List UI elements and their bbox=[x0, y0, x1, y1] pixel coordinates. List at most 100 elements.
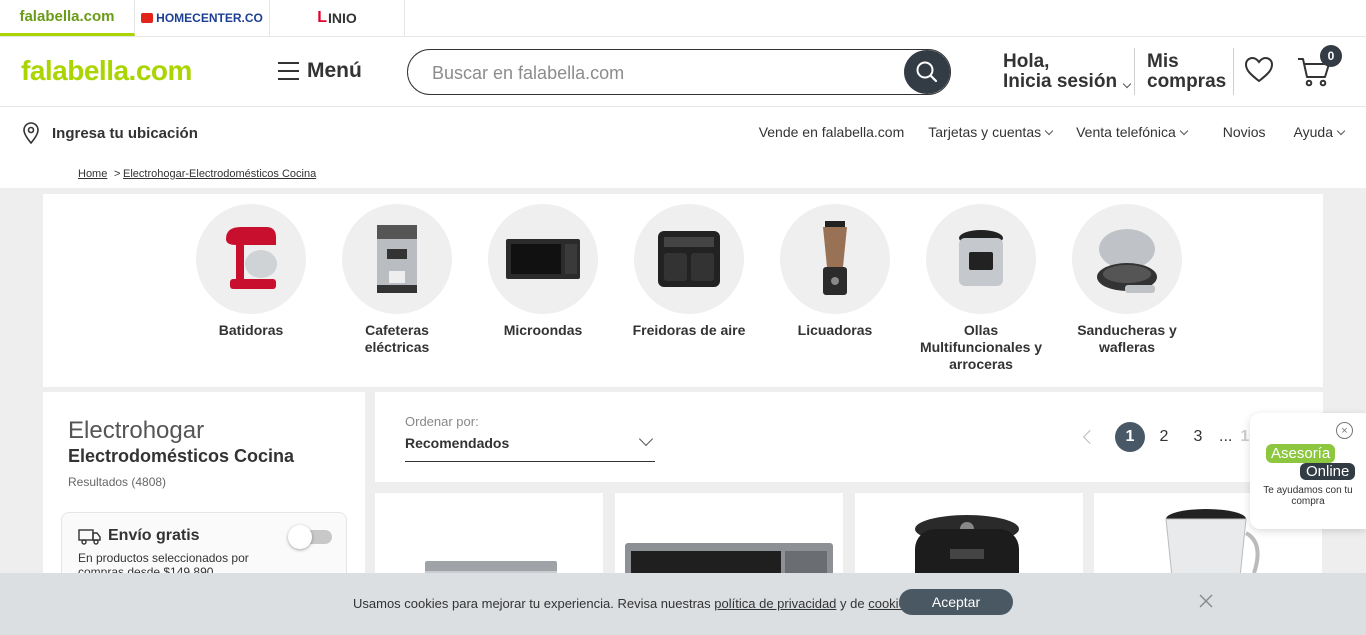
category-carousel: Batidoras Cafeteras eléctricas Microonda… bbox=[43, 194, 1323, 387]
homecenter-logo-icon bbox=[141, 13, 154, 23]
sort-dropdown[interactable]: Ordenar por: Recomendados bbox=[405, 414, 655, 462]
breadcrumb-separator: > bbox=[114, 168, 121, 180]
category-image bbox=[1072, 204, 1182, 314]
search-button[interactable] bbox=[904, 50, 950, 94]
breadcrumb-home[interactable]: Home bbox=[78, 168, 107, 180]
location-label: Ingresa tu ubicación bbox=[52, 124, 198, 142]
category-label: Sanducheras y wafleras bbox=[1077, 322, 1177, 355]
category-image bbox=[634, 204, 744, 314]
air-fryer-icon bbox=[658, 231, 720, 287]
page-1[interactable]: 1 bbox=[1115, 422, 1145, 452]
category-microondas[interactable]: Microondas bbox=[478, 204, 608, 339]
chevron-down-icon bbox=[1123, 79, 1132, 89]
chat-badge-asesoria: Asesoría bbox=[1266, 444, 1336, 463]
category-batidoras[interactable]: Batidoras bbox=[186, 204, 316, 339]
category-freidoras[interactable]: Freidoras de aire bbox=[624, 204, 754, 339]
page-ellipsis: ... bbox=[1219, 428, 1233, 445]
breadcrumb: Home > Electrohogar-Electrodomésticos Co… bbox=[0, 157, 1366, 188]
link-tarjetas[interactable]: Tarjetas y cuentas bbox=[928, 124, 1054, 140]
category-title: Electrohogar bbox=[68, 417, 205, 444]
linio-label: INIO bbox=[328, 10, 357, 26]
linio-logo-icon: L bbox=[317, 9, 327, 26]
search-input[interactable] bbox=[432, 61, 892, 85]
link-label: Tarjetas y cuentas bbox=[928, 124, 1042, 140]
chevron-down-icon bbox=[1179, 126, 1188, 135]
stand-mixer-icon bbox=[226, 227, 277, 289]
close-icon[interactable] bbox=[1198, 593, 1214, 609]
divider bbox=[1134, 48, 1135, 95]
search-box bbox=[407, 49, 951, 95]
breadcrumb-current[interactable]: Electrohogar-Electrodomésticos Cocina bbox=[123, 168, 316, 180]
sort-value: Recomendados bbox=[405, 435, 510, 451]
category-image bbox=[780, 204, 890, 314]
cart-count-badge: 0 bbox=[1320, 45, 1342, 67]
category-sanducheras[interactable]: Sanducheras y wafleras bbox=[1062, 204, 1192, 356]
coffee-maker-icon bbox=[377, 225, 417, 293]
mis-compras-button[interactable]: Mis compras bbox=[1147, 52, 1226, 92]
greeting-text: Hola, bbox=[1003, 51, 1050, 72]
category-cafeteras[interactable]: Cafeteras eléctricas bbox=[332, 204, 462, 356]
privacy-policy-link[interactable]: política de privacidad bbox=[714, 596, 836, 611]
compras-line1: Mis bbox=[1147, 51, 1179, 72]
pressure-cooker-icon bbox=[959, 230, 1003, 286]
sub-navigation: Ingresa tu ubicación Vende en falabella.… bbox=[0, 107, 1366, 157]
search-icon bbox=[916, 61, 938, 83]
subcategory-title: Electrodomésticos Cocina bbox=[68, 446, 295, 466]
homecenter-label: HOMECENTER.CO bbox=[156, 11, 263, 25]
blender-icon bbox=[823, 221, 847, 295]
category-label: Batidoras bbox=[218, 322, 284, 338]
page-2[interactable]: 2 bbox=[1149, 422, 1179, 452]
falabella-logo[interactable]: falabella.com bbox=[21, 55, 192, 87]
chat-text: Te ayudamos con tu compra bbox=[1263, 485, 1353, 507]
cookie-banner: Usamos cookies para mejorar tu experienc… bbox=[0, 573, 1366, 635]
free-shipping-title: Envío gratis bbox=[108, 527, 200, 544]
sort-label: Ordenar por: bbox=[405, 414, 479, 429]
results-count: Resultados (4808) bbox=[68, 475, 167, 489]
category-label: Cafeteras eléctricas bbox=[364, 322, 430, 355]
menu-button[interactable]: Menú bbox=[278, 59, 362, 83]
login-label: Inicia sesión bbox=[1003, 71, 1118, 92]
microwave-icon bbox=[506, 239, 580, 279]
link-venta-telefonica[interactable]: Venta telefónica bbox=[1076, 124, 1188, 140]
link-label: Ayuda bbox=[1293, 124, 1333, 140]
divider bbox=[1233, 48, 1234, 95]
category-ollas[interactable]: Ollas Multifuncionales y arroceras bbox=[916, 204, 1046, 373]
chat-widget[interactable]: × Asesoría Online Te ayudamos con tu com… bbox=[1250, 413, 1366, 529]
link-label: Novios bbox=[1222, 124, 1266, 140]
category-label: Freidoras de aire bbox=[632, 322, 746, 338]
link-novios[interactable]: Novios bbox=[1223, 124, 1266, 140]
compras-line2: compras bbox=[1147, 71, 1227, 92]
free-shipping-toggle[interactable] bbox=[288, 525, 332, 549]
homecenter-tab[interactable]: HOMECENTER.CO bbox=[135, 0, 270, 36]
category-label: Microondas bbox=[503, 322, 583, 338]
category-licuadoras[interactable]: Licuadoras bbox=[770, 204, 900, 339]
link-label: Vende en falabella.com bbox=[758, 124, 905, 140]
category-image bbox=[196, 204, 306, 314]
category-image bbox=[488, 204, 598, 314]
linio-tab[interactable]: L INIO bbox=[270, 0, 405, 36]
category-image bbox=[342, 204, 452, 314]
chevron-left-icon[interactable] bbox=[1082, 429, 1098, 445]
chat-close-button[interactable]: × bbox=[1336, 422, 1353, 439]
location-pin-icon bbox=[23, 122, 39, 144]
link-label: Venta telefónica bbox=[1076, 124, 1176, 140]
menu-label: Menú bbox=[307, 59, 362, 82]
category-label: Licuadoras bbox=[797, 322, 873, 338]
chat-badge-online: Online bbox=[1300, 463, 1356, 480]
heart-icon bbox=[1244, 56, 1274, 83]
category-label: Ollas Multifuncionales y arroceras bbox=[919, 322, 1043, 372]
location-button[interactable]: Ingresa tu ubicación bbox=[22, 122, 198, 144]
sort-bar: Ordenar por: Recomendados 1 2 3 ... 101 bbox=[375, 392, 1323, 482]
brand-bar: falabella.com HOMECENTER.CO L INIO bbox=[0, 0, 1366, 37]
link-ayuda[interactable]: Ayuda bbox=[1293, 124, 1346, 140]
chevron-down-icon bbox=[1336, 126, 1346, 135]
login-button[interactable]: Hola, Inicia sesión bbox=[1003, 51, 1132, 92]
wishlist-button[interactable] bbox=[1244, 56, 1274, 89]
header: falabella.com Menú Hola, Inicia sesión M… bbox=[0, 37, 1366, 107]
falabella-tab[interactable]: falabella.com bbox=[0, 0, 135, 36]
link-vende[interactable]: Vende en falabella.com bbox=[759, 124, 905, 140]
hamburger-icon bbox=[278, 62, 299, 80]
truck-icon bbox=[78, 529, 101, 545]
page-3[interactable]: 3 bbox=[1183, 422, 1213, 452]
accept-cookies-button[interactable]: Aceptar bbox=[899, 589, 1013, 615]
